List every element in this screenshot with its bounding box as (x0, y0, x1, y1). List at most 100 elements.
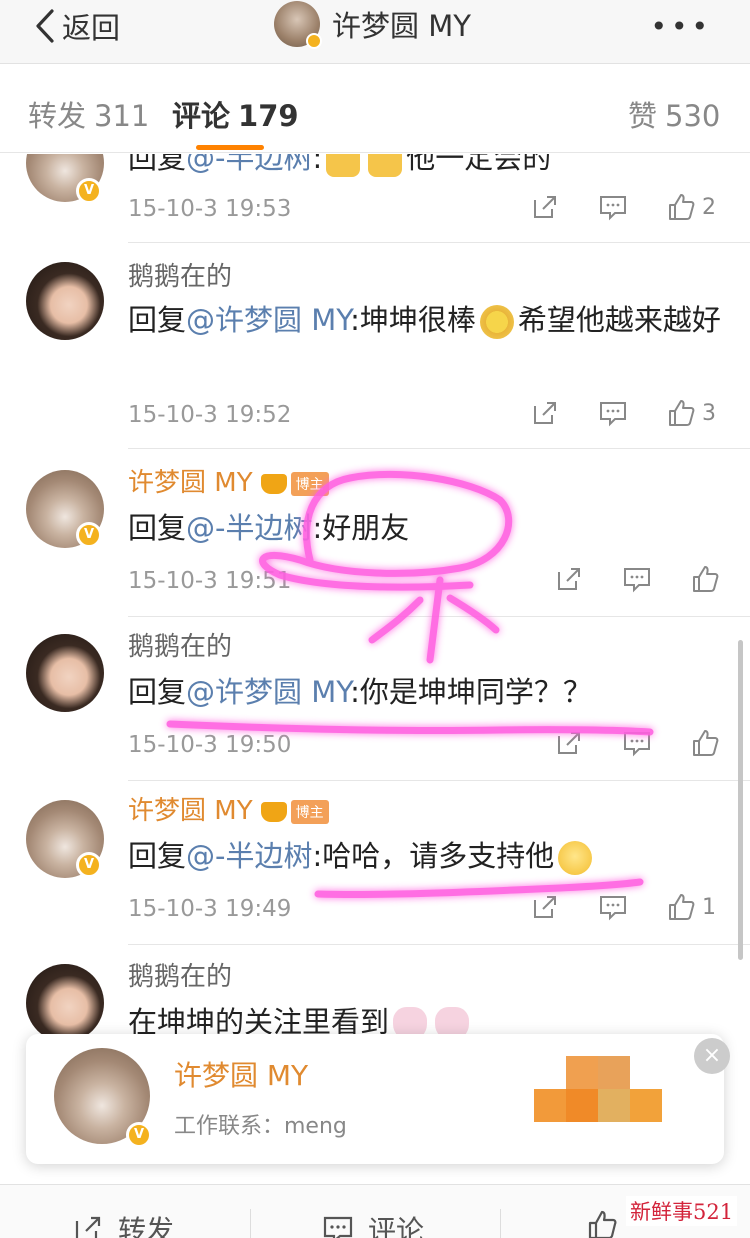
divider (128, 242, 750, 243)
comment-icon (624, 568, 650, 593)
chevron-left-icon (36, 9, 54, 43)
like-action[interactable] (690, 564, 726, 594)
pixelated-image (534, 1056, 664, 1122)
like-action[interactable]: 2 (666, 192, 716, 222)
tab-bar: 转发 311 评论 179 赞 530 (0, 65, 750, 153)
comment-text: 回复@许梦圆 MY:坤坤很棒 希望他越来越好 (128, 303, 721, 339)
mention-link[interactable]: @-半边树 (186, 839, 312, 873)
watermark: 新鲜事521 (626, 1196, 738, 1226)
verified-icon: V (76, 178, 102, 204)
mention-link[interactable]: @-半边树 (186, 511, 312, 545)
share-icon (534, 402, 556, 424)
comment-author[interactable]: 许梦圆 MY 博主 (128, 790, 329, 827)
comment-label: 评论 (368, 1214, 425, 1238)
reply-action[interactable] (598, 892, 628, 922)
tab-repost[interactable]: 转发 311 (28, 93, 149, 135)
flower-emoji-icon (479, 305, 514, 339)
reply-action[interactable] (598, 398, 628, 428)
comment-time: 15-10-3 19:51 (128, 568, 292, 594)
thumb-emoji-icon (326, 154, 361, 177)
reply-action[interactable] (622, 564, 652, 594)
comment-time: 15-10-3 19:50 (128, 732, 292, 758)
comment-icon (600, 896, 626, 921)
verified-icon: V (76, 852, 102, 878)
scrollbar[interactable] (738, 640, 743, 960)
mention-link[interactable]: @许梦圆 MY (186, 303, 350, 337)
share-action[interactable] (530, 892, 560, 922)
divider (128, 780, 750, 781)
like-action[interactable]: 1 (666, 892, 716, 922)
comment-author[interactable]: 鹅鹅在的 (128, 256, 232, 293)
share-icon (558, 732, 580, 754)
comment-text: 回复@-半边树:哈哈，请多支持他 (128, 836, 728, 876)
author-badge: 博主 (290, 799, 329, 824)
repost-label: 转发 (118, 1214, 175, 1238)
smile-emoji-icon (558, 841, 593, 875)
thumbs-up-icon (693, 730, 719, 756)
like-action[interactable] (690, 728, 726, 758)
tab-label: 赞 (628, 99, 658, 133)
tab-likes[interactable]: 赞 530 (628, 93, 720, 135)
tab-count: 530 (665, 99, 721, 133)
comment-author[interactable]: 鹅鹅在的 (128, 626, 232, 663)
tab-comments[interactable]: 评论 179 (172, 93, 299, 135)
thumbs-up-icon (669, 400, 695, 426)
comment-author[interactable]: 鹅鹅在的 (128, 956, 232, 993)
reply-action[interactable] (622, 728, 652, 758)
divider (500, 1209, 501, 1238)
comment-time: 15-10-3 19:52 (128, 402, 292, 428)
thumb-emoji-icon (368, 154, 403, 177)
comment-icon (600, 196, 626, 221)
thumbs-up-icon (669, 894, 695, 920)
share-action[interactable] (554, 728, 584, 758)
thumbs-up-icon (669, 194, 695, 220)
repost-button[interactable]: 转发 (72, 1209, 174, 1238)
comment-button[interactable]: 评论 (322, 1209, 424, 1238)
thumbs-up-icon (693, 566, 719, 592)
share-action[interactable] (554, 564, 584, 594)
comment-time: 15-10-3 19:49 (128, 896, 292, 922)
avatar[interactable] (26, 634, 104, 712)
mention-link[interactable]: @许梦圆 MY (186, 675, 350, 709)
divider (128, 616, 750, 617)
avatar[interactable] (26, 964, 104, 1042)
comment-text: 回复@-半边树: 他一定会的 (128, 154, 728, 178)
share-icon (534, 196, 556, 218)
profile-card[interactable]: V 许梦圆 MY 工作联系：meng × (26, 1034, 730, 1164)
avatar (274, 1, 322, 49)
tab-indicator (196, 145, 264, 150)
like-count: 1 (702, 894, 716, 920)
comment-icon (600, 402, 626, 427)
tab-count: 179 (238, 99, 299, 133)
page-title: 许梦圆 MY (332, 9, 471, 43)
close-icon[interactable]: × (694, 1038, 730, 1074)
verified-icon (306, 33, 322, 49)
card-name: 许梦圆 MY (174, 1059, 309, 1092)
verified-icon: V (76, 522, 102, 548)
share-action[interactable] (530, 192, 560, 222)
comment-author[interactable]: 许梦圆 MY 博主 (128, 462, 329, 499)
mention-link[interactable]: @-半边树 (186, 154, 312, 175)
verified-icon: V (126, 1122, 152, 1148)
nav-title[interactable]: 许梦圆 MY (274, 1, 471, 49)
back-button[interactable]: 返回 (32, 6, 120, 46)
comment-time: 15-10-3 19:53 (128, 196, 292, 222)
thumbs-up-icon (588, 1210, 617, 1238)
reply-action[interactable] (598, 192, 628, 222)
crown-icon (260, 801, 287, 822)
crown-icon (260, 473, 287, 494)
more-icon[interactable]: ••• (650, 10, 712, 43)
divider (128, 448, 750, 449)
comment-icon (624, 732, 650, 757)
avatar[interactable] (26, 262, 104, 340)
share-icon (558, 568, 580, 590)
back-label: 返回 (62, 11, 121, 45)
comment-icon (323, 1216, 353, 1238)
nav-bar: 返回 许梦圆 MY ••• (0, 0, 750, 64)
like-count: 3 (702, 400, 716, 426)
author-badge: 博主 (290, 471, 329, 496)
share-icon (534, 896, 556, 918)
card-contact: 工作联系：meng (174, 1114, 347, 1139)
like-action[interactable]: 3 (666, 398, 716, 428)
share-action[interactable] (530, 398, 560, 428)
